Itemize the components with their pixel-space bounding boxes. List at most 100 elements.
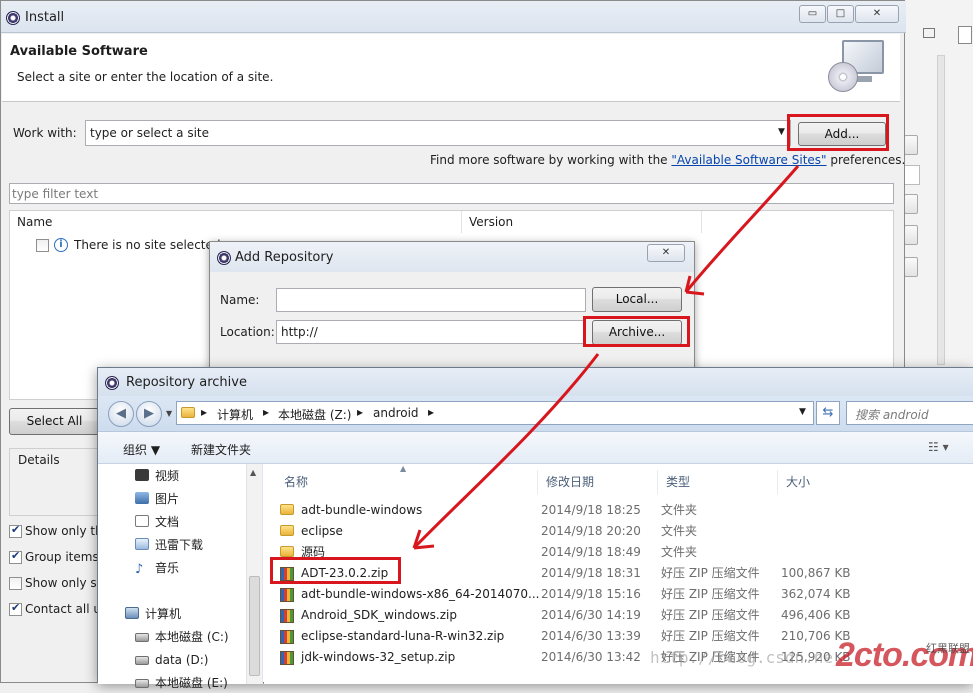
nav-item-downloads[interactable]: 迅雷下载 (135, 535, 203, 555)
view-options-icon[interactable]: ☷ ▾ (928, 440, 949, 454)
archive-titlebar: Repository archive (98, 368, 973, 396)
nav-label: 本地磁盘 (E:) (155, 676, 228, 690)
name-input[interactable] (276, 288, 586, 312)
background-field (904, 165, 920, 185)
nav-label: 本地磁盘 (C:) (155, 630, 229, 644)
page-title: Available Software (10, 44, 148, 59)
column-header-name[interactable]: 名称 (276, 470, 538, 494)
nav-item-drive-c[interactable]: 本地磁盘 (C:) (135, 627, 229, 647)
disk-icon (135, 656, 149, 665)
nav-item-documents[interactable]: 文档 (135, 512, 179, 532)
location-input[interactable]: http:// (276, 320, 586, 344)
add-repository-dialog: Add Repository ✕ Name: Local... Location… (209, 241, 695, 381)
file-name: adt-bundle-windows (301, 503, 423, 517)
option-label: Show only th (25, 524, 103, 538)
address-bar[interactable]: ▸ 计算机 ▸ 本地磁盘 (Z:) ▸ android ▸ ▼ (176, 401, 814, 425)
back-arrow-icon[interactable]: ◀ (108, 401, 134, 427)
install-titlebar: Install ▭ □ ✕ (1, 1, 906, 33)
maximize-button[interactable]: □ (827, 5, 854, 23)
highlight-adt-zip (270, 557, 401, 584)
option-checkbox[interactable]: ✔ (9, 601, 22, 616)
nav-item-pictures[interactable]: 图片 (135, 489, 179, 509)
filter-input[interactable]: type filter text (9, 183, 894, 204)
folder-icon (280, 525, 294, 536)
file-date: 2014/6/30 13:39 (541, 629, 641, 643)
column-header-type[interactable]: 类型 (658, 470, 778, 494)
nav-item-music[interactable]: ♪ 音乐 (135, 558, 179, 578)
disk-icon (135, 679, 149, 688)
background-button[interactable] (904, 225, 918, 245)
close-button[interactable]: ✕ (647, 244, 685, 262)
file-row[interactable]: adt-bundle-windows-x86_64-2014070... 2014… (264, 584, 854, 605)
breadcrumb-drive[interactable]: 本地磁盘 (Z:) (278, 406, 351, 423)
breadcrumb-separator: ▸ (428, 405, 435, 419)
file-date: 2014/9/18 18:25 (541, 503, 641, 517)
file-type: 好压 ZIP 压缩文件 (661, 587, 760, 601)
work-with-combo[interactable]: type or select a site ▼ (85, 120, 791, 146)
background-button[interactable] (904, 257, 918, 277)
background-button[interactable] (904, 135, 918, 155)
dropdown-arrow-icon[interactable]: ▼ (778, 127, 785, 137)
highlight-add-button (787, 114, 889, 151)
eclipse-icon (105, 376, 119, 390)
site-checkbox[interactable] (36, 239, 49, 252)
breadcrumb-android[interactable]: android (373, 406, 419, 420)
refresh-icon[interactable]: ⇆ (816, 401, 840, 425)
new-folder-button[interactable]: 新建文件夹 (191, 441, 251, 458)
background-button[interactable] (904, 194, 918, 214)
scrollbar[interactable] (937, 55, 945, 365)
install-title: Install (25, 10, 65, 25)
page-subtitle: Select a site or enter the location of a… (17, 70, 274, 84)
file-date: 2014/9/18 18:49 (541, 545, 641, 559)
file-type: 文件夹 (661, 524, 698, 538)
available-software-sites-link[interactable]: "Available Software Sites" (671, 153, 826, 167)
option-label: Contact all u (25, 602, 101, 616)
nav-label: 计算机 (145, 607, 182, 621)
file-size: 362,074 KB (781, 587, 851, 601)
work-with-label: Work with: (13, 126, 77, 140)
forward-arrow-icon[interactable]: ▶ (136, 401, 162, 427)
folder-icon (280, 546, 294, 557)
select-all-button[interactable]: Select All (9, 408, 100, 435)
navigation-pane: ▲ 视频 图片 文档 迅雷下载 ♪ 音乐 计算机 本地磁盘 (C:) data (… (98, 464, 263, 690)
history-dropdown-icon[interactable]: ▼ (166, 409, 172, 418)
file-type: 好压 ZIP 压缩文件 (661, 566, 760, 580)
file-row[interactable]: eclipse 2014/9/18 20:20 文件夹 (264, 521, 854, 542)
file-row[interactable]: adt-bundle-windows 2014/9/18 18:25 文件夹 (264, 500, 854, 521)
nav-scrollbar[interactable]: ▲ (246, 464, 262, 684)
zip-file-icon (280, 588, 294, 602)
nav-item-drive-e[interactable]: 本地磁盘 (E:) (135, 673, 228, 693)
file-date: 2014/9/18 20:20 (541, 524, 641, 538)
highlight-archive-button (583, 316, 690, 347)
file-row[interactable]: Android_SDK_windows.zip 2014/6/30 14:19 好压… (264, 605, 854, 626)
file-row[interactable]: eclipse-standard-luna-R-win32.zip 2014/6/… (264, 626, 854, 647)
video-icon (135, 469, 149, 481)
nav-label: 图片 (155, 492, 180, 506)
option-checkbox[interactable]: ✔ (9, 523, 22, 538)
info-icon: i (54, 238, 68, 252)
close-button[interactable]: ✕ (855, 5, 899, 23)
file-date: 2014/6/30 14:19 (541, 608, 641, 622)
eclipse-icon (6, 11, 20, 25)
local-button[interactable]: Local... (592, 287, 682, 312)
column-header-date[interactable]: 修改日期 (538, 470, 658, 494)
zip-file-icon (280, 651, 294, 665)
nav-item-video[interactable]: 视频 (135, 466, 179, 486)
column-header-size[interactable]: 大小 (778, 470, 868, 494)
details-label: Details (18, 453, 60, 467)
minimize-button[interactable]: ▭ (799, 5, 826, 23)
file-name: jdk-windows-32_setup.zip (301, 650, 456, 664)
column-version[interactable]: Version (462, 211, 702, 233)
breadcrumb-computer[interactable]: 计算机 (217, 406, 253, 423)
option-checkbox[interactable] (9, 577, 22, 590)
option-checkbox[interactable]: ✔ (9, 549, 22, 564)
nav-item-drive-d[interactable]: data (D:) (135, 650, 209, 670)
file-name: adt-bundle-windows-x86_64-2014070... (301, 587, 540, 601)
column-name[interactable]: Name (10, 211, 462, 233)
search-input[interactable]: 搜索 android (846, 401, 973, 425)
find-more-suffix: preferences. (826, 153, 906, 167)
install-header: Available Software Select a site or ente… (2, 34, 900, 102)
address-dropdown-icon[interactable]: ▼ (799, 407, 806, 417)
organize-button[interactable]: 组织 ▼ (123, 441, 160, 458)
nav-item-computer[interactable]: 计算机 (125, 604, 181, 624)
